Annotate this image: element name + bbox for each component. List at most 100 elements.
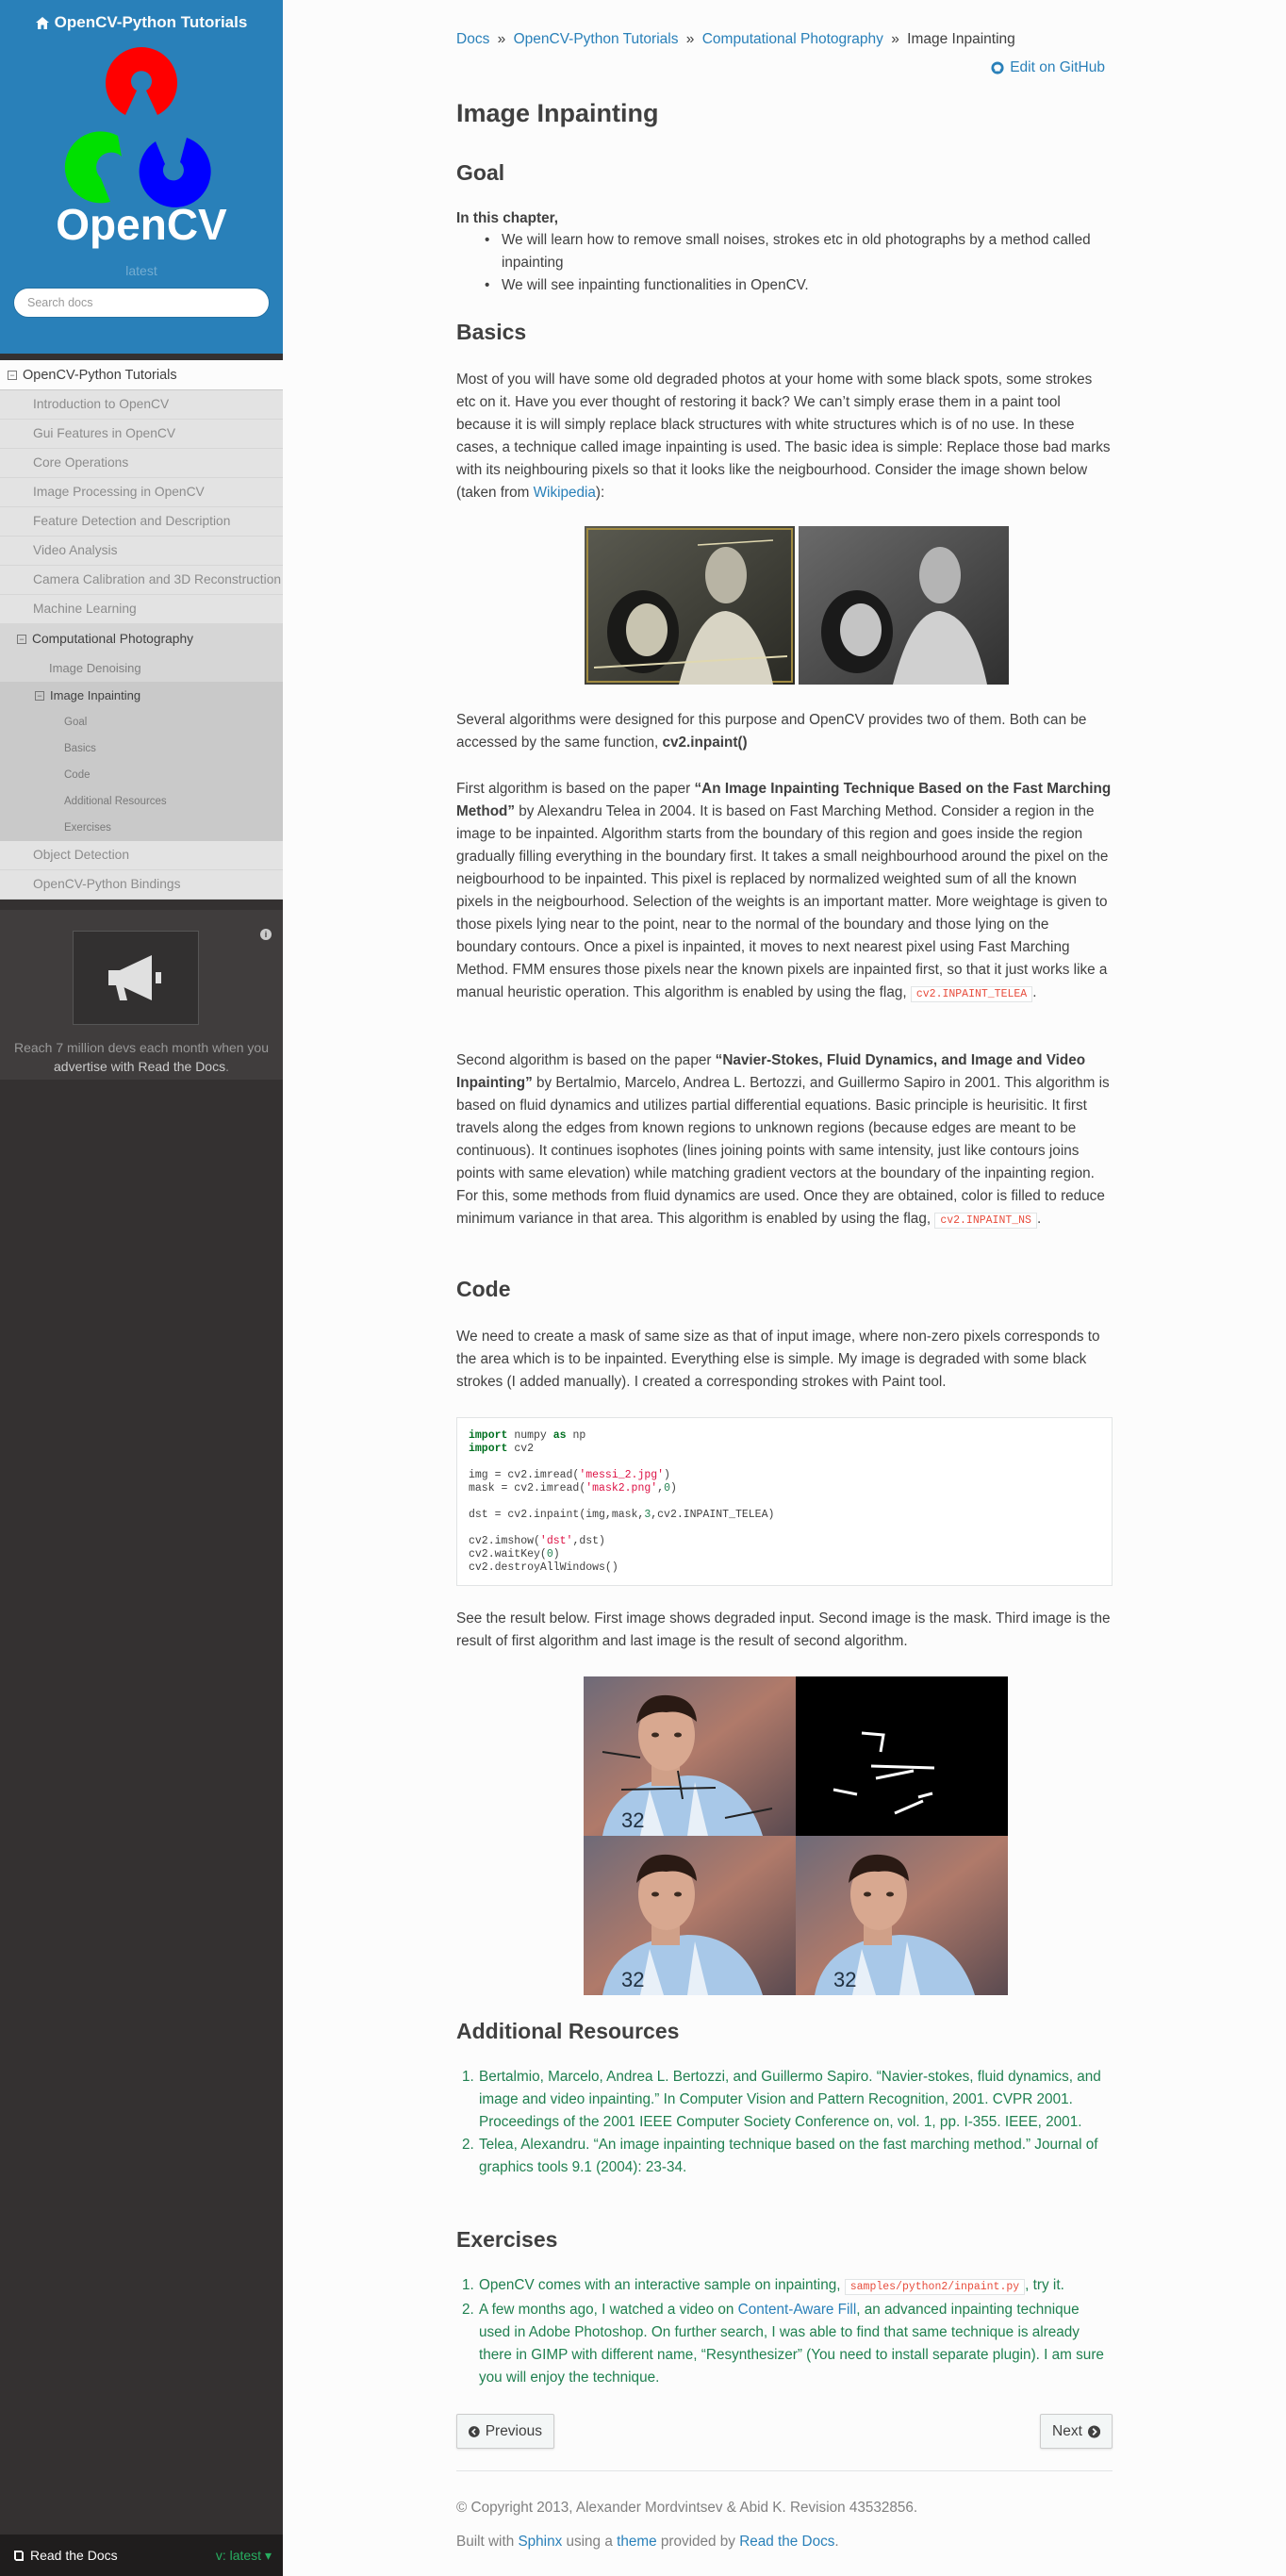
sidebar-item-opencv-python-tutorials[interactable]: − OpenCV-Python Tutorials (0, 360, 283, 390)
text-span: . (1032, 984, 1037, 1000)
code-text: cv2 (507, 1443, 535, 1455)
content-aware-fill-link[interactable]: Content-Aware Fill (738, 2302, 857, 2318)
breadcrumb-sep: » (891, 31, 899, 47)
breadcrumb-tutorials[interactable]: OpenCV-Python Tutorials (514, 31, 679, 47)
sidebar-item-label: Code (64, 769, 91, 781)
sphinx-link[interactable]: Sphinx (518, 2534, 562, 2550)
project-title: OpenCV-Python Tutorials (54, 13, 248, 31)
sidebar-item-label: Image Processing in OpenCV (33, 485, 205, 499)
code-text: cv2.imshow( (469, 1535, 540, 1547)
sidebar-item-label: Core Operations (33, 455, 129, 470)
photo-pair (585, 526, 1009, 685)
sidebar-item-code[interactable]: Code (0, 762, 283, 788)
ad-image[interactable] (73, 931, 199, 1025)
text-span: First algorithm is based on the paper (456, 781, 695, 797)
sidebar-item-image-inpainting[interactable]: − Image Inpainting (0, 682, 283, 709)
sidebar-item-label: Gui Features in OpenCV (33, 426, 176, 440)
text-span: . (834, 2534, 839, 2550)
code-text: numpy (507, 1429, 553, 1442)
footer-divider (456, 2470, 1113, 2471)
book-icon (14, 2550, 24, 2561)
basics-paragraph-4: Second algorithm is based on the paper “… (456, 1049, 1113, 1232)
sidebar-item-gui-features-in-opencv[interactable]: Gui Features in OpenCV (0, 420, 283, 449)
sidebar-item-image-denoising[interactable]: Image Denoising (0, 654, 283, 682)
code-heading: Code (456, 1277, 511, 1301)
result-images: 32 (584, 1676, 1008, 1995)
built-with: Built with Sphinx using a theme provided… (456, 2531, 839, 2553)
text-span: Second algorithm is based on the paper (456, 1052, 716, 1068)
basics-paragraph-2: Several algorithms were designed for thi… (456, 709, 1113, 754)
sidebar-item-label: Video Analysis (33, 543, 118, 557)
sidebar-item-exercises[interactable]: Exercises (0, 815, 283, 841)
ad-text[interactable]: Reach 7 million devs each month when you… (9, 1038, 273, 1076)
sidebar-item-label: Exercises (64, 822, 111, 834)
exercises-heading: Exercises (456, 2227, 558, 2252)
text-span: by Bertalmio, Marcelo, Andrea L. Bertozz… (456, 1075, 1110, 1227)
sidebar-item-introduction-to-opencv[interactable]: Introduction to OpenCV (0, 390, 283, 420)
rtd-link[interactable]: Read the Docs (739, 2534, 834, 2550)
edit-on-github-link[interactable]: Edit on GitHub (991, 57, 1105, 79)
ad-text-advertise[interactable]: advertise with Read the Docs (54, 1059, 225, 1074)
breadcrumb-docs[interactable]: Docs (456, 31, 489, 47)
function-name: cv2.inpaint() (662, 735, 748, 751)
text-span: using a (562, 2534, 618, 2550)
collapse-toggle-icon[interactable]: − (35, 690, 44, 701)
code-text: cv2.destroyAllWindows() (469, 1561, 618, 1574)
list-item: 1. Bertalmio, Marcelo, Andrea L. Bertozzi… (456, 2066, 1113, 2134)
wikipedia-link[interactable]: Wikipedia (534, 485, 596, 501)
sidebar-item-computational-photography[interactable]: − Computational Photography (0, 624, 283, 654)
breadcrumb-sep: » (497, 31, 506, 47)
sidebar-item-machine-learning[interactable]: Machine Learning (0, 595, 283, 624)
flag-ns: cv2.INPAINT_NS (934, 1213, 1037, 1229)
text-span: provided by (656, 2534, 740, 2550)
goal-list: We will learn how to remove small noises… (456, 229, 1113, 297)
next-label: Next (1052, 2422, 1082, 2439)
list-item: 2. A few months ago, I watched a video on… (456, 2299, 1113, 2389)
sidebar-item-additional-resources[interactable]: Additional Resources (0, 788, 283, 815)
sidebar-item-camera-calibration-and-3d-reconstruction[interactable]: Camera Calibration and 3D Reconstruction (0, 566, 283, 595)
code-block[interactable]: import numpy as np import cv2 img = cv2.… (456, 1417, 1113, 1586)
breadcrumb-sep: » (685, 31, 695, 47)
collapse-toggle-icon[interactable]: − (17, 634, 26, 644)
search-docs-input[interactable] (13, 287, 270, 318)
ad-text-period: . (225, 1059, 229, 1074)
text-span: ): (595, 485, 605, 501)
page-title: Image Inpainting (456, 99, 659, 127)
sidebar-item-goal[interactable]: Goal (0, 709, 283, 735)
rtd-version-bar[interactable]: Read the Docs v: latest ▾ (0, 2535, 283, 2576)
sidebar-item-basics[interactable]: Basics (0, 735, 283, 762)
inpainting-example-image (585, 526, 1009, 685)
sidebar-item-video-analysis[interactable]: Video Analysis (0, 537, 283, 566)
sidebar-item-label: Feature Detection and Description (33, 514, 231, 528)
flag-telea: cv2.INPAINT_TELEA (910, 986, 1033, 1002)
sidebar-item-core-operations[interactable]: Core Operations (0, 449, 283, 478)
sidebar-item-opencv-python-bindings[interactable]: OpenCV-Python Bindings (0, 870, 283, 900)
ad-info-icon[interactable]: i (260, 929, 272, 940)
code-paragraph-1: We need to create a mask of same size as… (456, 1329, 1100, 1390)
arrow-circle-left-icon (469, 2425, 480, 2437)
resources-list: 1. Bertalmio, Marcelo, Andrea L. Bertozzi… (456, 2066, 1113, 2179)
breadcrumb-section[interactable]: Computational Photography (702, 31, 883, 47)
basics-paragraph-1: Most of you will have some old degraded … (456, 369, 1113, 504)
sidebar-item-object-detection[interactable]: Object Detection (0, 841, 283, 870)
text-span: Several algorithms were designed for thi… (456, 712, 1087, 751)
project-home-link[interactable]: OpenCV-Python Tutorials (35, 13, 248, 32)
code-string: 'mask2.png' (585, 1482, 658, 1494)
previous-button[interactable]: Previous (456, 2414, 554, 2449)
collapse-toggle-icon[interactable]: − (8, 370, 17, 380)
copyright: © Copyright 2013, Alexander Mordvintsev … (456, 2500, 918, 2516)
breadcrumb: Docs » OpenCV-Python Tutorials » Computa… (456, 28, 1015, 51)
rtd-version[interactable]: v: latest ▾ (216, 2548, 272, 2564)
sidebar-item-image-processing-in-opencv[interactable]: Image Processing in OpenCV (0, 478, 283, 507)
code-text: ,cv2.INPAINT_TELEA) (651, 1509, 775, 1521)
list-number: 2. (462, 2137, 474, 2153)
opencv-logo[interactable]: OpenCV (52, 41, 231, 254)
sidebar-item-feature-detection-and-description[interactable]: Feature Detection and Description (0, 507, 283, 537)
sidebar-item-label: OpenCV-Python Bindings (33, 877, 181, 891)
code-paragraph-2: See the result below. First image shows … (456, 1610, 1111, 1649)
sidebar-item-label: Image Inpainting (50, 687, 141, 702)
code-text: np (566, 1429, 586, 1442)
theme-link[interactable]: theme (617, 2534, 657, 2550)
sidebar-item-label: Machine Learning (33, 602, 137, 616)
next-button[interactable]: Next (1040, 2414, 1113, 2449)
